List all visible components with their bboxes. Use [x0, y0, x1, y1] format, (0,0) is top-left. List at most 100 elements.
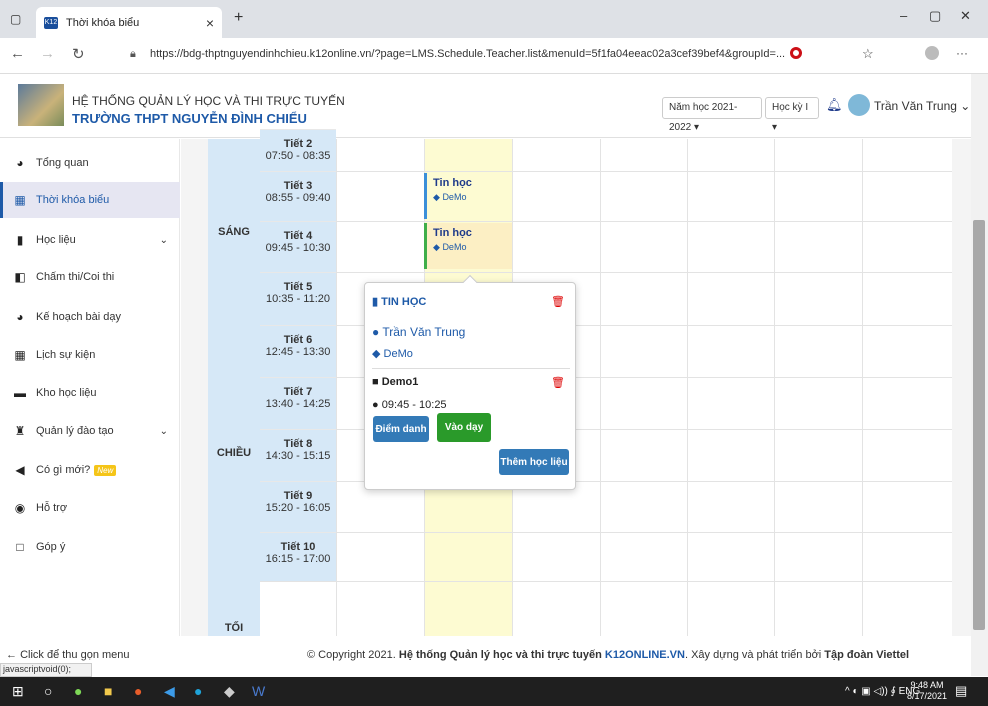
user-icon: ●	[372, 325, 380, 339]
period-cell: Tiết 4 09:45 - 10:30	[260, 221, 336, 272]
session-morning: SÁNG	[208, 139, 260, 325]
calendar-icon: ▦	[14, 348, 26, 362]
favorites-icon[interactable]: ☆	[862, 46, 874, 62]
vscode-icon[interactable]: ◀	[164, 683, 175, 700]
new-badge: New	[94, 464, 117, 476]
sidebar: ◕ Tổng quan ▦ Thời khóa biểu ▮ Học liệu ⌄ ◧ C…	[0, 139, 180, 636]
popup-lesson: ■ Demo1	[372, 376, 419, 388]
close-tab-icon[interactable]: ×	[206, 15, 214, 31]
sidebar-item-lich-su-kien[interactable]: ▦ Lịch sự kiện	[0, 337, 180, 373]
period-cell: Tiết 2 07:50 - 08:35	[260, 129, 336, 171]
sidebar-item-co-gi-moi[interactable]: ◀ Có gì mới? New	[0, 452, 180, 488]
popup-time: ● 09:45 - 10:25	[372, 399, 447, 411]
period-cell: Tiết 6 12:45 - 13:30	[260, 325, 336, 377]
more-icon[interactable]: ···	[956, 46, 968, 60]
taskbar	[0, 677, 988, 706]
video-icon: ■	[372, 376, 379, 388]
clock-icon: ●	[372, 399, 379, 411]
training-icon: ♜	[14, 424, 26, 438]
minimize-icon[interactable]: –	[900, 8, 907, 23]
grading-icon: ◧	[14, 270, 26, 284]
delete-lesson-icon[interactable]: 🗑︎	[551, 376, 565, 389]
school-name: TRƯỜNG THPT NGUYỄN ĐÌNH CHIỂU	[72, 111, 307, 126]
app-icon[interactable]: ◆	[224, 683, 235, 700]
arrow-left-icon: ←	[6, 649, 17, 661]
forward-icon[interactable]: →	[40, 45, 55, 62]
sidebar-item-hoc-lieu[interactable]: ▮ Học liệu ⌄	[0, 222, 180, 258]
lesson-event-selected[interactable]: Tin học ◆ DeMo	[424, 223, 512, 269]
school-year-select[interactable]: Năm học 2021-2022 ▾	[662, 97, 762, 133]
sidebar-item-ke-hoach[interactable]: ◕ Kế hoạch bài dạy	[0, 299, 180, 335]
system-title: HỆ THỐNG QUẢN LÝ HỌC VÀ THI TRỰC TUYẾN	[72, 94, 345, 108]
add-material-button[interactable]: Thêm học liệu	[499, 449, 569, 475]
favicon-icon: K12	[44, 16, 58, 29]
user-menu[interactable]: Trần Văn Trung ⌄	[874, 99, 970, 113]
megaphone-icon: ◀	[15, 463, 25, 477]
close-window-icon[interactable]: ✕	[960, 8, 971, 24]
bell-icon[interactable]: 🔔︎	[826, 97, 843, 113]
reload-icon[interactable]: ↻	[72, 45, 85, 63]
books-icon: ▮	[16, 233, 24, 247]
notification-icon[interactable]: ▤	[955, 683, 967, 699]
sidebar-item-ho-tro[interactable]: ◉ Hỗ trợ	[0, 490, 180, 526]
tag-icon: ◆	[433, 192, 440, 202]
school-logo[interactable]	[18, 84, 64, 126]
feedback-icon: □	[16, 540, 24, 554]
maximize-icon[interactable]: ▢	[929, 8, 941, 24]
edge-icon[interactable]: ●	[194, 683, 202, 699]
windows-start-icon[interactable]: ⊞	[12, 683, 24, 700]
browser-tab[interactable]: K12 Thời khóa biểu ×	[36, 7, 222, 38]
popup-subject: ▮ TIN HỌC	[372, 296, 427, 308]
site-link[interactable]: K12ONLINE.VN	[605, 649, 685, 661]
browser-app-icon[interactable]: ●	[134, 683, 142, 699]
period-cell: Tiết 5 10:35 - 11:20	[260, 272, 336, 325]
lesson-event[interactable]: Tin học ◆ DeMo	[424, 173, 512, 219]
schedule-grid: SÁNG CHIỀU TỐI Tiết 2 07:50 - 08:35 Tiết …	[208, 129, 952, 636]
sidebar-item-tong-quan[interactable]: ◕ Tổng quan	[0, 145, 180, 181]
dashboard-icon: ◕	[16, 156, 24, 170]
enter-class-button[interactable]: Vào dạy	[437, 413, 491, 442]
sidebar-item-quan-ly-dao-tao[interactable]: ♜ Quản lý đào tạo ⌄	[0, 413, 180, 449]
library-icon: ▬	[14, 386, 26, 400]
status-bar: javascriptvoid(0);	[0, 663, 92, 677]
attendance-button[interactable]: Điểm danh	[373, 416, 429, 442]
search-icon[interactable]: ○	[44, 683, 52, 699]
tag-icon: ◆	[433, 242, 440, 252]
session-evening: TỐI	[208, 581, 260, 636]
popup-teacher: ● Trần Văn Trung	[372, 325, 466, 339]
back-icon[interactable]: ←	[10, 45, 25, 62]
support-icon: ◉	[14, 501, 26, 515]
sidebar-item-gop-y[interactable]: □ Góp ý	[0, 529, 180, 565]
opera-icon[interactable]	[790, 47, 802, 59]
lesson-popup: ▮ TIN HỌC 🗑︎ ● Trần Văn Trung ◆ DeMo ■ D…	[364, 274, 576, 490]
period-cell: Tiết 3 08:55 - 09:40	[260, 171, 336, 221]
collapse-menu-link[interactable]: ← Click để thu gọn menu	[6, 649, 130, 661]
chevron-down-icon: ⌄	[159, 234, 168, 246]
term-select[interactable]: Học kỳ I ▾	[765, 97, 819, 133]
period-cell: Tiết 9 15:20 - 16:05	[260, 481, 336, 532]
sidebar-item-cham-thi[interactable]: ◧ Chấm thi/Coi thi	[0, 259, 180, 295]
sidebar-item-thoi-khoa-bieu[interactable]: ▦ Thời khóa biểu	[0, 182, 180, 218]
period-cell: Tiết 8 14:30 - 15:15	[260, 429, 336, 481]
popup-class: ◆ DeMo	[372, 348, 413, 360]
avatar[interactable]	[848, 94, 870, 116]
tab-actions-icon[interactable]: ▢	[10, 12, 21, 26]
delete-icon[interactable]: 🗑︎	[551, 295, 565, 308]
period-cell: Tiết 7 13:40 - 14:25	[260, 377, 336, 429]
session-afternoon: CHIỀU	[208, 325, 260, 581]
new-tab-icon[interactable]: +	[234, 9, 243, 27]
profile-icon[interactable]	[925, 46, 939, 60]
lock-icon: 🔒︎	[130, 48, 136, 60]
url-field[interactable]: https://bdg-thptnguyendinhchieu.k12onlin…	[150, 48, 785, 60]
word-icon[interactable]: W	[252, 683, 265, 699]
plan-icon: ◕	[16, 310, 24, 324]
scrollbar-thumb[interactable]	[973, 220, 985, 630]
clock[interactable]: 9:48 AM 8/17/2021	[907, 680, 947, 702]
tag-icon: ◆	[372, 348, 381, 360]
file-explorer-icon[interactable]: ■	[104, 683, 112, 699]
period-cell: Tiết 10 16:15 - 17:00	[260, 532, 336, 581]
sidebar-item-kho-hoc-lieu[interactable]: ▬ Kho học liệu	[0, 375, 180, 411]
calendar-icon: ▦	[14, 193, 26, 207]
app-icon[interactable]: ●	[74, 683, 82, 699]
tab-title: Thời khóa biểu	[66, 16, 140, 29]
